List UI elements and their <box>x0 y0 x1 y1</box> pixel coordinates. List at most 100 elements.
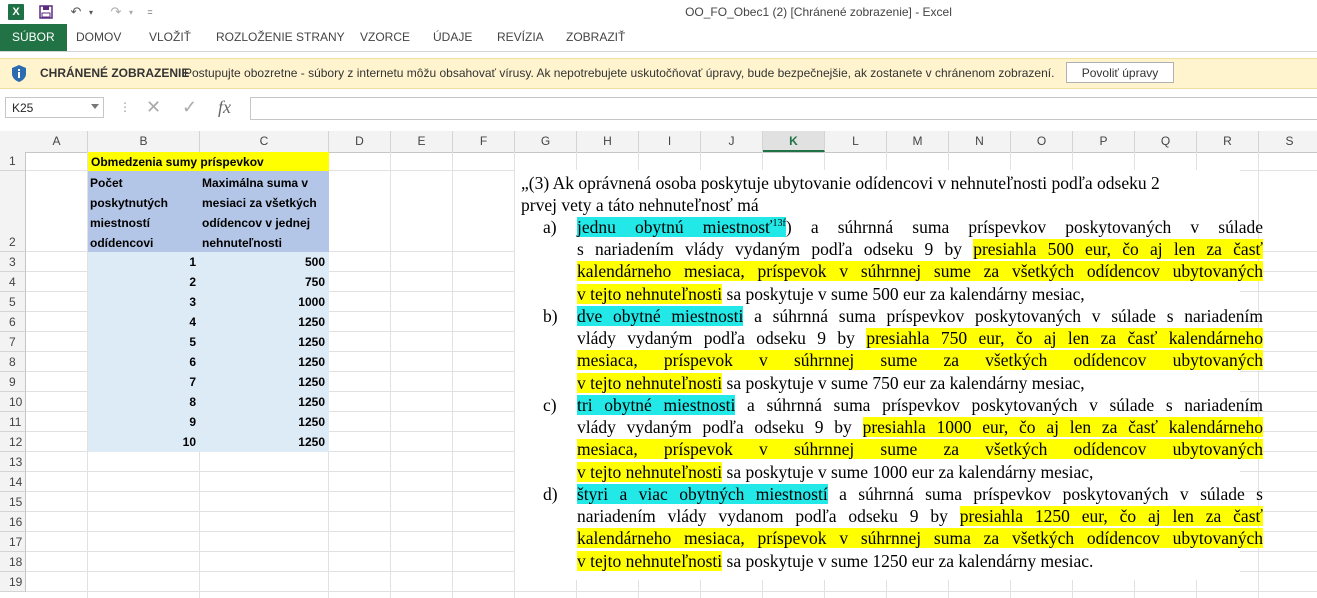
row-header-18[interactable]: 18 <box>0 552 26 572</box>
limit-highlight: presiahla 500 eur, čo aj len za časť <box>973 239 1263 260</box>
row-header-4[interactable]: 4 <box>0 272 26 292</box>
table-cell-max-sum[interactable]: 1000 <box>200 292 329 312</box>
limit-highlight: kalendárneho mesiaca, príspevok v súhrnn… <box>577 528 1263 549</box>
room-count: štyri a viac obytných miestností <box>577 484 828 504</box>
item-text: s nariadením vlády vydaným podľa odseku … <box>577 239 974 260</box>
item-body: štyri a viac obytných miestností a súhrn… <box>577 483 1263 572</box>
column-header-f[interactable]: F <box>453 131 515 152</box>
column-header-g[interactable]: G <box>515 131 577 152</box>
tab-view[interactable]: ZOBRAZIŤ <box>566 24 625 51</box>
tab-page-layout[interactable]: ROZLOŽENIE STRANY <box>216 24 345 51</box>
row-header-2[interactable]: 2 <box>0 171 26 252</box>
legal-text-box[interactable]: „(3) Ak oprávnená osoba poskytuje ubytov… <box>515 170 1264 580</box>
tab-data[interactable]: ÚDAJE <box>433 24 472 51</box>
row-header-8[interactable]: 8 <box>0 352 26 372</box>
table-cell-count[interactable]: 2 <box>88 272 200 292</box>
table-cell-max-sum[interactable]: 1250 <box>200 432 329 452</box>
title-bar: X ↶ ▾ ↷ ▾ = OO_FO_Obec1 (2) [Chránené zo… <box>0 0 1317 24</box>
tab-home[interactable]: DOMOV <box>76 24 121 51</box>
insert-function-icon[interactable]: fx <box>218 97 231 118</box>
name-box-value: K25 <box>12 101 34 115</box>
cancel-icon[interactable]: ✕ <box>146 97 161 118</box>
row-header-13[interactable]: 13 <box>0 452 26 472</box>
limit-highlight: v tejto nehnuteľnosti <box>577 372 723 393</box>
row-header-6[interactable]: 6 <box>0 312 26 332</box>
column-header-b[interactable]: B <box>88 131 200 152</box>
table-cell-max-sum[interactable]: 1250 <box>200 352 329 372</box>
tab-insert[interactable]: VLOŽIŤ <box>149 24 191 51</box>
row-header-19[interactable]: 19 <box>0 572 26 592</box>
tab-review[interactable]: REVÍZIA <box>497 24 544 51</box>
table-cell-count[interactable]: 7 <box>88 372 200 392</box>
column-header-o[interactable]: O <box>1011 131 1073 152</box>
row-header-16[interactable]: 16 <box>0 512 26 532</box>
row-header-17[interactable]: 17 <box>0 532 26 552</box>
row-header-12[interactable]: 12 <box>0 432 26 452</box>
limit-highlight: presiahla 1000 eur, čo aj len za časť ka… <box>862 417 1264 438</box>
row-header-1[interactable]: 1 <box>0 152 26 171</box>
column-header-r[interactable]: R <box>1197 131 1259 152</box>
intro-line-1: „(3) Ak oprávnená osoba poskytuje ubytov… <box>521 173 1160 193</box>
row-header-7[interactable]: 7 <box>0 332 26 352</box>
row-header-9[interactable]: 9 <box>0 372 26 392</box>
table-cell-max-sum[interactable]: 1250 <box>200 392 329 412</box>
table-cell-max-sum[interactable]: 1250 <box>200 312 329 332</box>
column-header-k[interactable]: K <box>763 131 825 152</box>
column-header-p[interactable]: P <box>1073 131 1135 152</box>
row-header-3[interactable]: 3 <box>0 252 26 272</box>
tab-file[interactable]: SÚBOR <box>0 24 67 51</box>
column-header-m[interactable]: M <box>887 131 949 152</box>
limit-highlight: v tejto nehnuteľnosti <box>577 461 723 482</box>
table-cell-max-sum[interactable]: 500 <box>200 252 329 272</box>
row-header-10[interactable]: 10 <box>0 392 26 412</box>
table-cell-count[interactable]: 10 <box>88 432 200 452</box>
limit-highlight: v tejto nehnuteľnosti <box>577 550 723 571</box>
formula-bar-grip-icon: ⋮ <box>119 100 131 114</box>
column-header-c[interactable]: C <box>200 131 329 152</box>
column-header-e[interactable]: E <box>391 131 453 152</box>
column-header-a[interactable]: A <box>26 131 88 152</box>
table-cell-count[interactable]: 5 <box>88 332 200 352</box>
row-header-11[interactable]: 11 <box>0 412 26 432</box>
window-title: OO_FO_Obec1 (2) [Chránené zobrazenie] - … <box>685 5 952 19</box>
table-cell-count[interactable]: 4 <box>88 312 200 332</box>
room-count: jednu obytnú miestnosť <box>577 217 773 237</box>
row-header-14[interactable]: 14 <box>0 472 26 492</box>
formula-input[interactable] <box>250 97 1317 120</box>
column-header-i[interactable]: I <box>639 131 701 152</box>
table-cell-count[interactable]: 1 <box>88 252 200 272</box>
tab-formulas[interactable]: VZORCE <box>360 24 410 51</box>
protected-view-bar: CHRÁNENÉ ZOBRAZENIE Postupujte obozretne… <box>0 58 1317 89</box>
gridline-horizontal <box>26 591 1317 592</box>
table-cell-count[interactable]: 3 <box>88 292 200 312</box>
chevron-down-icon[interactable] <box>91 104 99 109</box>
table-cell-max-sum[interactable]: 750 <box>200 272 329 292</box>
item-text: a súhrnná suma príspevkov poskytovaných … <box>743 306 1263 326</box>
column-header-j[interactable]: J <box>701 131 763 152</box>
limit-highlight: kalendárneho mesiaca, príspevok v súhrnn… <box>577 261 1263 282</box>
room-count: dve obytné miestnosti <box>577 306 744 326</box>
limit-highlight: mesiaca, príspevok v súhrnnej sume za vš… <box>577 350 1263 371</box>
item-text: vlády vydaným podľa odseku 9 by <box>577 417 863 438</box>
column-header-n[interactable]: N <box>949 131 1011 152</box>
row-header-5[interactable]: 5 <box>0 292 26 312</box>
name-box[interactable]: K25 <box>5 97 104 118</box>
column-header-q[interactable]: Q <box>1135 131 1197 152</box>
table-cell-count[interactable]: 6 <box>88 352 200 372</box>
table-header-count[interactable]: Počet poskytnutých miestností odídencovi <box>88 171 200 252</box>
column-header-s[interactable]: S <box>1259 131 1317 152</box>
table-cell-max-sum[interactable]: 1250 <box>200 372 329 392</box>
table-title[interactable]: Obmedzenia sumy príspevkov <box>88 152 329 171</box>
table-cell-count[interactable]: 8 <box>88 392 200 412</box>
table-cell-max-sum[interactable]: 1250 <box>200 412 329 432</box>
enable-editing-button[interactable]: Povoliť úpravy <box>1066 62 1174 83</box>
table-cell-count[interactable]: 9 <box>88 412 200 432</box>
header-line: nehnuteľnosti <box>202 236 282 250</box>
enter-icon[interactable]: ✓ <box>182 97 197 118</box>
table-header-max-sum[interactable]: Maximálna suma v mesiaci za všetkých odí… <box>200 171 329 252</box>
table-cell-max-sum[interactable]: 1250 <box>200 332 329 352</box>
column-header-h[interactable]: H <box>577 131 639 152</box>
column-header-d[interactable]: D <box>329 131 391 152</box>
column-header-l[interactable]: L <box>825 131 887 152</box>
row-header-15[interactable]: 15 <box>0 492 26 512</box>
